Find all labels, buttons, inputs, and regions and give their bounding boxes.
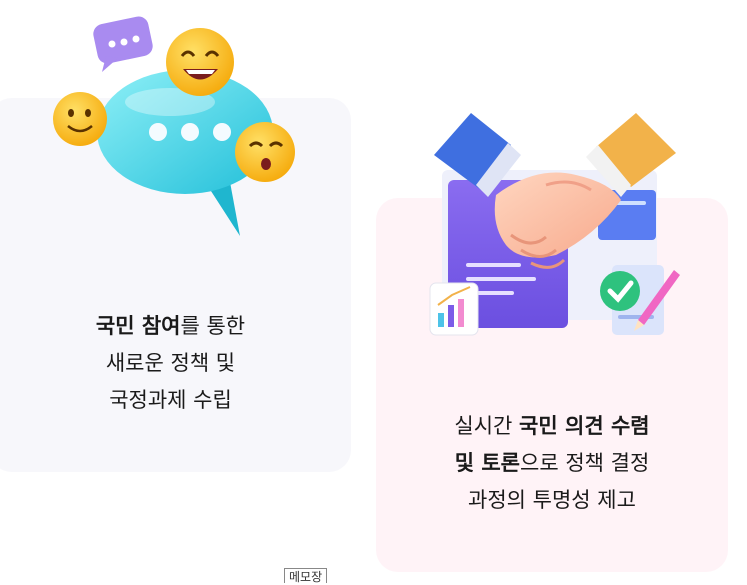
card-line-1: 국민 참여를 통한 [95,314,246,338]
participation-card-text: 국민 참여를 통한 새로운 정책 및 국정과제 수립 [0,308,351,419]
bar-chart-icon [429,282,479,336]
opinion-card-text: 실시간 국민 의견 수렴 및 토론으로 정책 결정 과정의 투명성 제고 [376,408,728,519]
laughing-emoji-icon [166,28,234,96]
chat-bubble-emoji-illustration [53,16,295,236]
card-line-3: 국정과제 수립 [109,388,232,412]
smiling-emoji-icon [53,92,107,146]
handshake-document-illustration [429,113,680,336]
whistling-emoji-icon [235,122,295,182]
card-line-1: 실시간 국민 의견 수렴 [454,414,650,438]
card-line-2: 새로운 정책 및 [105,351,236,375]
card-line-2: 및 토론으로 정책 결정 [454,451,650,475]
card-line-3: 과정의 투명성 제고 [468,488,636,512]
small-chat-icon [93,16,153,72]
